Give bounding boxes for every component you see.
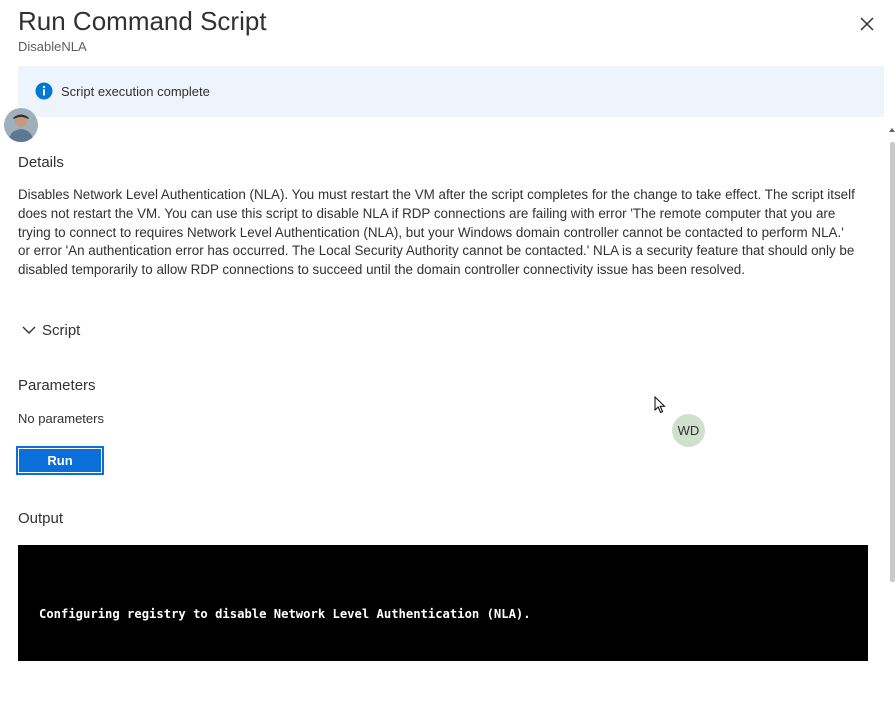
banner-message: Script execution complete (61, 84, 210, 99)
scroll-up-icon[interactable] (889, 128, 895, 132)
chevron-down-icon (22, 326, 36, 334)
user-photo-icon (4, 108, 38, 142)
script-expander[interactable]: Script (22, 320, 80, 340)
output-line: Configuring registry to disable Network … (39, 607, 531, 621)
details-heading: Details (18, 154, 64, 171)
run-button[interactable]: Run (16, 446, 104, 475)
no-parameters-text: No parameters (18, 411, 104, 426)
page-subtitle: DisableNLA (18, 39, 87, 54)
output-line: Restart the VM for the change to take ef… (39, 664, 370, 678)
vertical-scrollbar[interactable] (888, 128, 895, 661)
script-label: Script (42, 321, 81, 339)
page-title: Run Command Script (18, 6, 267, 36)
output-console: Configuring registry to disable Network … (18, 545, 868, 678)
details-description: Disables Network Level Authentication (N… (18, 187, 855, 278)
presence-avatar: WD (672, 414, 705, 447)
status-banner: Script execution complete (18, 66, 884, 117)
avatar (4, 108, 38, 142)
mouse-pointer-icon (654, 396, 666, 414)
scrollbar-thumb[interactable] (890, 142, 895, 582)
close-button[interactable] (855, 12, 879, 36)
info-icon (35, 82, 53, 100)
output-heading: Output (18, 510, 64, 527)
close-icon (860, 17, 874, 31)
parameters-heading: Parameters (18, 377, 96, 394)
